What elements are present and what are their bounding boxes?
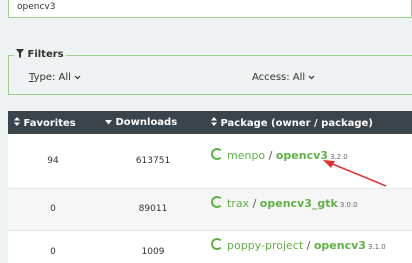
table-row[interactable]: 0 1009 poppy-project / opencv3 3.1.0 (8, 231, 412, 263)
package-name-link[interactable]: opencv3_gtk (260, 197, 338, 210)
sort-icon (14, 117, 20, 126)
package-separator: / (303, 239, 314, 252)
table-row[interactable]: 94 613751 menpo / opencv3 3.2.0 (8, 134, 412, 188)
search-input[interactable]: opencv3 (8, 0, 412, 18)
favorites-count: 0 (50, 204, 56, 214)
chevron-down-icon (308, 75, 315, 80)
packages-table: Favorites Downloads Package (owner / pac… (8, 111, 412, 263)
package-name-link[interactable]: opencv3 (276, 149, 328, 162)
package-version: 3.0.0 (339, 201, 358, 209)
downloads-count: 89011 (138, 204, 168, 214)
favorites-column-header[interactable]: Favorites (14, 117, 76, 129)
package-separator: / (249, 197, 260, 210)
package-header-label: Package (owner / package) (220, 118, 373, 129)
sort-icon (211, 117, 217, 126)
package-separator: / (265, 149, 276, 162)
access-filter-dropdown[interactable]: Access: All (252, 72, 315, 83)
platform-icon (211, 148, 223, 160)
package-name-link[interactable]: opencv3 (314, 239, 366, 252)
access-filter-label: Access: All (252, 72, 306, 83)
package-owner-link[interactable]: trax (227, 197, 249, 210)
filters-title: Filters (27, 49, 64, 60)
downloads-count: 1009 (141, 247, 165, 257)
package-owner-link[interactable]: poppy-project (227, 239, 303, 252)
type-filter-label: ype: All (33, 72, 71, 83)
type-filter-dropdown[interactable]: Type: All (29, 72, 81, 83)
table-row[interactable]: 0 89011 trax / opencv3_gtk 3.0.0 (8, 189, 412, 230)
platform-icon (211, 238, 223, 250)
package-cell: poppy-project / opencv3 3.1.0 (211, 238, 386, 252)
downloads-header-label: Downloads (115, 117, 178, 128)
package-version: 3.1.0 (367, 243, 386, 251)
filter-icon (16, 49, 24, 58)
filters-panel: Filters Type: All Access: All (8, 49, 412, 95)
table-header: Favorites Downloads Package (owner / pac… (8, 111, 412, 134)
package-version: 3.2.0 (329, 153, 348, 161)
package-cell: trax / opencv3_gtk 3.0.0 (211, 196, 358, 210)
favorites-count: 94 (47, 156, 59, 166)
platform-icon (211, 196, 223, 208)
favorites-count: 0 (50, 247, 56, 257)
downloads-column-header[interactable]: Downloads (105, 117, 177, 128)
package-column-header[interactable]: Package (owner / package) (211, 117, 373, 129)
package-owner-link[interactable]: menpo (227, 149, 265, 162)
sort-desc-icon (105, 120, 112, 125)
chevron-down-icon (74, 75, 81, 80)
downloads-count: 613751 (135, 156, 171, 166)
package-cell: menpo / opencv3 3.2.0 (211, 148, 348, 162)
favorites-header-label: Favorites (23, 118, 76, 129)
filters-legend: Filters (14, 49, 66, 60)
